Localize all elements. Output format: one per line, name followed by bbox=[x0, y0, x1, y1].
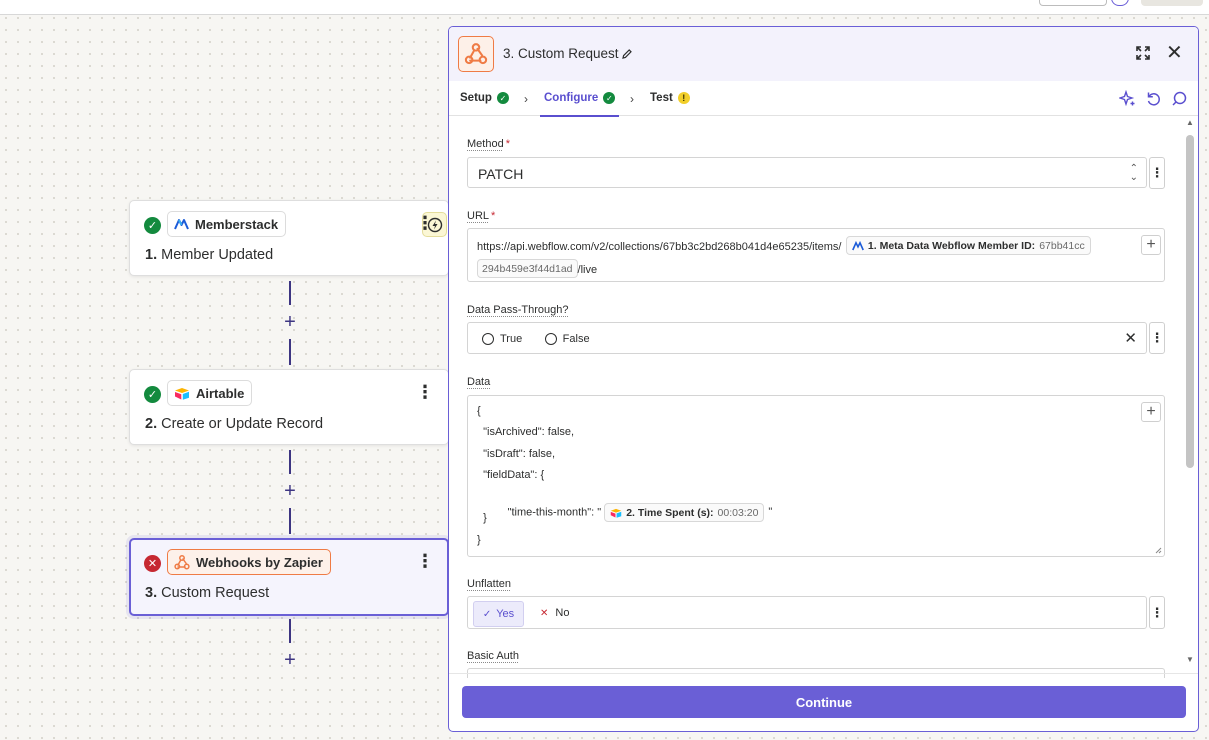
scroll-up-icon[interactable]: ▲ bbox=[1186, 118, 1194, 127]
url-input[interactable]: https://api.webflow.com/v2/collections/6… bbox=[467, 228, 1165, 282]
tab-configure[interactable]: Configure ✓ bbox=[539, 92, 620, 117]
error-x-icon: ✕ bbox=[144, 555, 161, 572]
step-card-1[interactable]: ✓ Memberstack ⋮ 1. Member Updated bbox=[129, 200, 449, 276]
step-title: 1. Member Updated bbox=[145, 247, 274, 263]
connector-line bbox=[289, 619, 291, 643]
success-check-icon: ✓ bbox=[496, 92, 509, 104]
unflatten-yes-button[interactable]: ✓ Yes bbox=[473, 601, 524, 627]
step-menu-icon[interactable]: ⋮ bbox=[416, 551, 434, 571]
webhook-icon bbox=[458, 36, 494, 72]
app-chip-memberstack: Memberstack bbox=[167, 211, 287, 237]
radio-true[interactable]: True bbox=[482, 333, 522, 345]
tab-setup[interactable]: Setup ✓ bbox=[460, 92, 509, 104]
ai-sparkle-icon[interactable] bbox=[1119, 90, 1136, 107]
app-name: Airtable bbox=[196, 385, 245, 401]
success-check-icon: ✓ bbox=[144, 217, 161, 234]
airtable-icon bbox=[175, 387, 189, 400]
radio-false[interactable]: False bbox=[544, 333, 590, 345]
connector-line bbox=[289, 339, 291, 365]
step-tabs: Setup ✓ › Configure ✓ › Test! bbox=[449, 81, 1198, 117]
step-menu-icon[interactable]: ⋮ bbox=[416, 382, 434, 402]
unflatten-label: Unflatten bbox=[467, 578, 512, 590]
warning-icon: ! bbox=[677, 92, 690, 104]
chevron-right-icon: › bbox=[524, 92, 528, 106]
toolbar-publish-button[interactable] bbox=[1141, 0, 1203, 6]
memberstack-icon bbox=[851, 240, 864, 251]
app-name: Webhooks by Zapier bbox=[196, 554, 323, 570]
continue-button[interactable]: Continue bbox=[462, 686, 1186, 718]
undo-icon[interactable] bbox=[1145, 90, 1162, 107]
connector-line bbox=[289, 281, 291, 305]
scrollbar[interactable]: ▲ ▼ bbox=[1186, 118, 1194, 664]
unflatten-segmented: ✓ Yes ✕ No bbox=[467, 596, 1147, 629]
step-editor-panel: 3. Custom Request ✕ Setup ✓ › Configure ✓ … bbox=[448, 26, 1199, 732]
mapped-field-pill[interactable]: 2. Time Spent (s): 00:03:20 bbox=[604, 503, 765, 522]
insert-data-plus-icon[interactable]: + bbox=[1141, 235, 1161, 255]
passthrough-label: Data Pass-Through? bbox=[467, 304, 569, 316]
mapped-field-pill-continued[interactable]: 294b459e3f44d1ad bbox=[477, 259, 578, 279]
panel-title: 3. Custom Request bbox=[503, 46, 619, 61]
tab-test[interactable]: Test! bbox=[650, 92, 690, 104]
passthrough-radio-group: True False ✕ bbox=[467, 322, 1147, 354]
memberstack-icon bbox=[174, 219, 189, 230]
connector-line bbox=[289, 450, 291, 474]
add-step-plus-icon[interactable]: + bbox=[281, 650, 299, 670]
url-label: URL * bbox=[467, 210, 496, 222]
add-step-plus-icon[interactable]: + bbox=[281, 312, 299, 332]
method-label: Method * bbox=[467, 138, 510, 150]
success-check-icon: ✓ bbox=[144, 386, 161, 403]
app-chip-airtable: Airtable bbox=[167, 380, 253, 406]
add-step-plus-icon[interactable]: + bbox=[281, 481, 299, 501]
method-options-icon[interactable]: ⋮ bbox=[1149, 157, 1165, 189]
step-title: 2. Create or Update Record bbox=[145, 416, 324, 432]
data-textarea[interactable]: { "isArchived": false, "isDraft": false,… bbox=[467, 395, 1165, 557]
airtable-icon bbox=[610, 508, 622, 518]
clear-x-icon[interactable]: ✕ bbox=[1124, 329, 1137, 347]
basic-auth-label: Basic Auth bbox=[467, 650, 519, 662]
toolbar-button[interactable] bbox=[1039, 0, 1107, 6]
close-icon[interactable]: ✕ bbox=[1166, 43, 1183, 63]
select-updown-icon: ⌃ ⌄ bbox=[1129, 163, 1138, 183]
success-check-icon: ✓ bbox=[603, 92, 616, 104]
edit-pencil-icon[interactable] bbox=[621, 47, 633, 65]
app-chip-webhooks: Webhooks by Zapier bbox=[167, 549, 331, 575]
expand-icon[interactable] bbox=[1135, 45, 1151, 66]
unflatten-options-icon[interactable]: ⋮ bbox=[1149, 596, 1165, 629]
panel-header: 3. Custom Request ✕ bbox=[449, 27, 1198, 81]
app-name: Memberstack bbox=[195, 216, 279, 232]
divider bbox=[449, 673, 1198, 674]
unflatten-no-button[interactable]: ✕ No bbox=[540, 607, 569, 619]
step-menu-icon[interactable]: ⋮ bbox=[416, 213, 434, 233]
toolbar-avatar[interactable] bbox=[1111, 0, 1129, 6]
data-label: Data bbox=[467, 376, 491, 388]
step-card-3[interactable]: ✕ Webhooks by Zapier ⋮ 3. Custom Request bbox=[129, 538, 449, 616]
insert-data-plus-icon[interactable]: + bbox=[1141, 402, 1161, 422]
top-toolbar bbox=[0, 0, 1209, 15]
mapped-field-pill[interactable]: 1. Meta Data Webflow Member ID: 67bb41cc bbox=[845, 236, 1091, 256]
resize-handle-icon[interactable] bbox=[1155, 547, 1162, 554]
connector-line bbox=[289, 508, 291, 534]
chevron-right-icon: › bbox=[630, 92, 634, 106]
method-select[interactable]: PATCH ⌃ ⌄ bbox=[467, 157, 1147, 188]
scrollbar-thumb[interactable] bbox=[1186, 135, 1194, 468]
step-card-2[interactable]: ✓ Airtable ⋮ 2. Create or Update Record bbox=[129, 369, 449, 445]
passthrough-options-icon[interactable]: ⋮ bbox=[1149, 322, 1165, 354]
panel-tools bbox=[1119, 90, 1188, 107]
scroll-down-icon[interactable]: ▼ bbox=[1186, 655, 1194, 664]
step-title: 3. Custom Request bbox=[145, 585, 270, 601]
comment-icon[interactable] bbox=[1171, 90, 1188, 107]
webhook-icon bbox=[174, 554, 190, 569]
